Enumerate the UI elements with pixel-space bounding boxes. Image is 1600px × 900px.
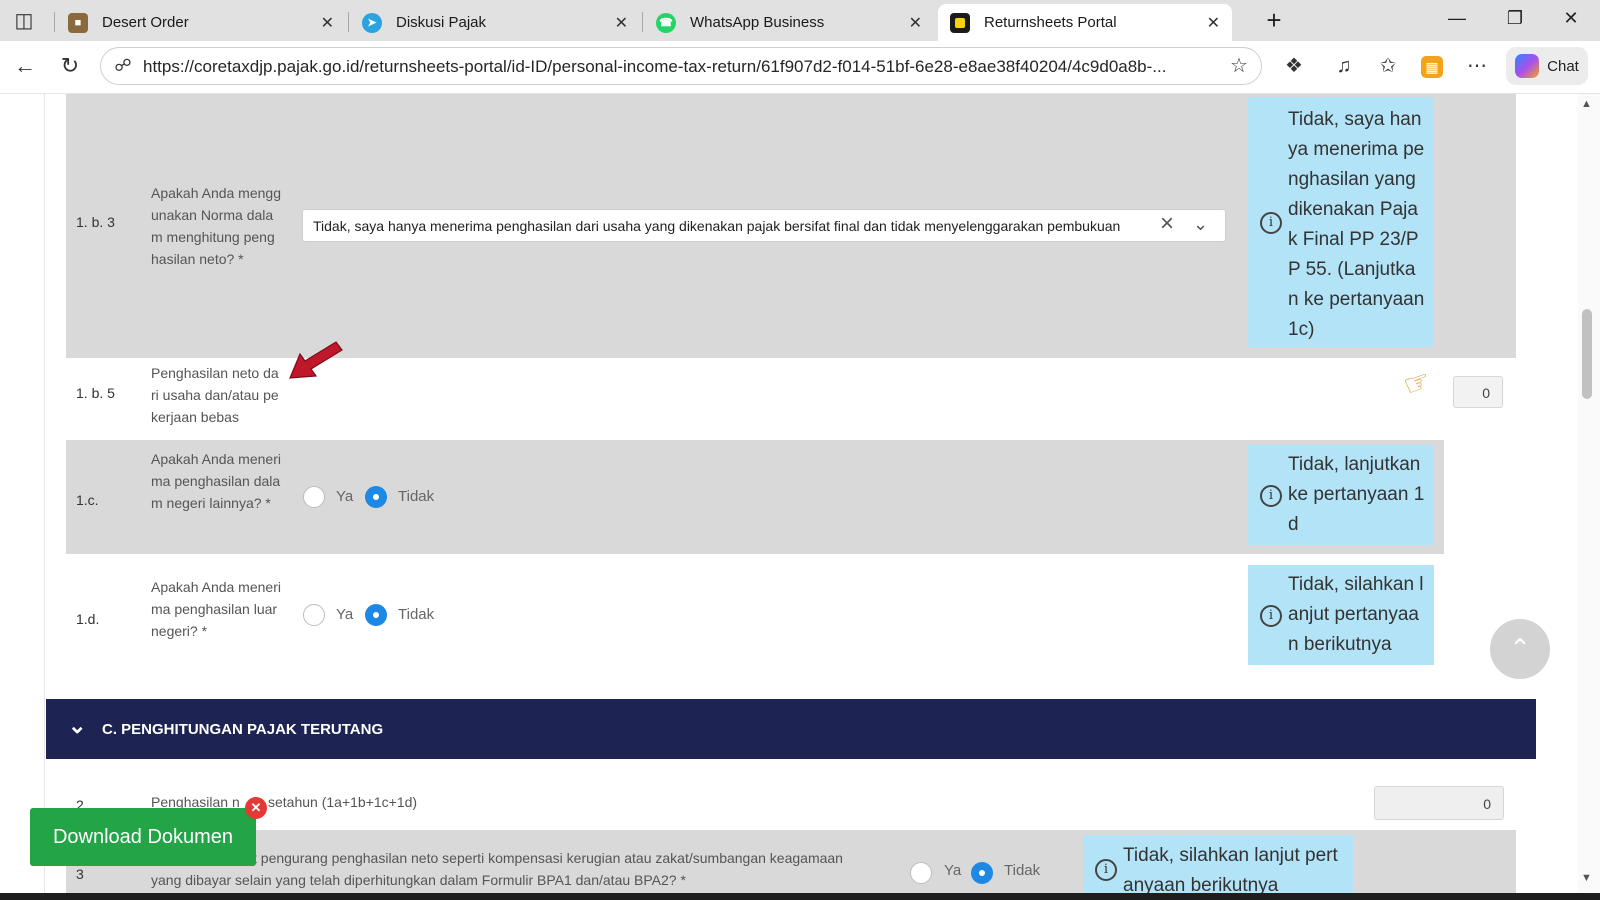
page-scrollbar[interactable]: ▲ ▼ (1578, 94, 1600, 900)
norma-select[interactable]: Tidak, saya hanya menerima penghasilan d… (302, 209, 1226, 242)
address-bar[interactable]: ☍ https://coretaxdjp.pajak.go.id/returns… (100, 47, 1262, 85)
telegram-icon: ➤ (362, 12, 382, 33)
radio-label: Ya (336, 488, 354, 505)
performance-icon[interactable]: ♫ (1330, 53, 1358, 79)
info-box-3: i Tidak, silahkan lanjut pertanyaan beri… (1083, 835, 1353, 900)
question-number: 1. b. 3 (76, 214, 115, 230)
close-icon[interactable]: ✕ (615, 13, 628, 33)
new-tab-button[interactable]: + (1259, 5, 1289, 36)
calculator-extension-icon[interactable]: ▦ (1418, 53, 1446, 79)
lock-icon[interactable]: ☍ (109, 53, 137, 79)
back-button[interactable]: ← (10, 53, 40, 79)
question-number: 1.d. (76, 611, 100, 627)
scroll-up-arrow-icon[interactable]: ▲ (1581, 98, 1592, 110)
close-icon[interactable]: ✕ (909, 13, 922, 33)
tab-title: Returnsheets Portal (984, 14, 1117, 31)
radio-label: Tidak (1004, 862, 1041, 879)
chevron-down-icon: ⌄ (68, 713, 87, 738)
info-text: Tidak, lanjutkan ke pertanyaan 1d (1288, 454, 1425, 535)
tab-whatsapp-business[interactable]: ☎ WhatsApp Business ✕ (644, 4, 934, 41)
restore-button[interactable]: ❐ (1500, 8, 1530, 29)
copilot-icon (1515, 54, 1540, 78)
extensions-icon[interactable]: ❖ (1280, 53, 1308, 79)
tab-separator (54, 12, 55, 32)
radio-label: Ya (336, 606, 354, 623)
tab-desert-order[interactable]: ■ Desert Order ✕ (56, 4, 346, 41)
radio-label: Tidak (398, 606, 435, 623)
info-box-1d: i Tidak, silahkan lanjut pertanyaan beri… (1248, 565, 1434, 665)
radio-ya[interactable] (910, 862, 932, 884)
browser-toolbar: ← ↻ ☍ https://coretaxdjp.pajak.go.id/ret… (0, 41, 1600, 94)
minimize-button[interactable]: — (1442, 8, 1472, 29)
close-window-button[interactable]: ✕ (1556, 8, 1586, 29)
info-icon: i (1260, 485, 1282, 507)
penghasilan-neto-input[interactable]: 0 (1453, 376, 1503, 408)
chat-label: Chat (1547, 57, 1579, 75)
favorites-icon[interactable]: ✩ (1374, 53, 1402, 79)
tab-title: Desert Order (102, 14, 189, 31)
browser-tab-bar: ◫ ■ Desert Order ✕ ➤ Diskusi Pajak ✕ ☎ W… (0, 0, 1600, 41)
taskbar-edge (0, 893, 1600, 900)
url-text: https://coretaxdjp.pajak.go.id/returnshe… (143, 57, 1167, 76)
section-title: C. PENGHITUNGAN PAJAK TERUTANG (102, 721, 384, 738)
question-text: Apakah Anda menerima penghasilan dalam n… (151, 451, 281, 511)
scroll-to-top-button[interactable]: ⌃ (1490, 619, 1550, 679)
favorite-star-icon[interactable]: ☆ (1225, 53, 1253, 79)
chevron-down-icon[interactable]: ⌄ (1193, 211, 1208, 237)
question-number: 1. b. 5 (76, 385, 115, 401)
info-text: Tidak, silahkan lanjut pertanyaan beriku… (1288, 574, 1424, 655)
info-icon: i (1260, 605, 1282, 627)
info-text: Tidak, saya hanya menerima penghasilan y… (1288, 109, 1425, 340)
question-text-line1: t pengurang penghasilan neto seperti kom… (253, 850, 843, 866)
question-text: Penghasilan neto dari usaha dan/atau pek… (151, 365, 279, 425)
radio-tidak[interactable] (971, 862, 993, 884)
total-penghasilan-input[interactable]: 0 (1374, 786, 1504, 820)
tab-diskusi-pajak[interactable]: ➤ Diskusi Pajak ✕ (350, 4, 640, 41)
question-number: 3 (76, 866, 84, 882)
page-content: 1. b. 3 Apakah Anda menggunakan Norma da… (0, 94, 1600, 900)
question-number: 1.c. (76, 492, 99, 508)
download-document-button[interactable]: Download Dokumen (30, 808, 256, 866)
close-icon[interactable]: ✕ (245, 797, 267, 819)
red-arrow-annotation (289, 341, 343, 379)
whatsapp-icon: ☎ (656, 12, 676, 33)
info-box-1c: i Tidak, lanjutkan ke pertanyaan 1d (1248, 445, 1434, 545)
radio-ya[interactable] (303, 486, 325, 508)
question-text-end: setahun (1a+1b+1c+1d) (268, 794, 418, 810)
radio-label: Tidak (398, 488, 435, 505)
portal-icon (950, 12, 970, 33)
radio-label: Ya (944, 862, 962, 879)
section-c-header[interactable]: ⌄ C. PENGHITUNGAN PAJAK TERUTANG (46, 699, 1536, 759)
copilot-chat-button[interactable]: Chat (1506, 47, 1588, 85)
tab-returnsheets-portal[interactable]: Returnsheets Portal ✕ (938, 4, 1232, 41)
close-icon[interactable]: ✕ (1207, 13, 1220, 33)
clear-icon[interactable]: × (1160, 211, 1174, 237)
tab-title: WhatsApp Business (690, 14, 825, 31)
info-icon: i (1260, 212, 1282, 234)
scrollbar-thumb[interactable] (1582, 309, 1592, 399)
close-icon[interactable]: ✕ (321, 13, 334, 33)
scroll-down-arrow-icon[interactable]: ▼ (1581, 872, 1592, 884)
info-box-1b3: i Tidak, saya hanya menerima penghasilan… (1248, 97, 1434, 347)
question-text: Apakah Anda menerima penghasilan luar ne… (151, 579, 281, 639)
question-text-line2: yang dibayar selain yang telah diperhitu… (151, 872, 686, 888)
more-menu-icon[interactable]: ⋯ (1463, 53, 1491, 79)
tab-actions-icon[interactable]: ◫ (10, 8, 38, 34)
question-text: Apakah Anda menggunakan Norma dalam meng… (151, 185, 281, 267)
tab-title: Diskusi Pajak (396, 14, 487, 31)
tab-separator (348, 12, 349, 32)
radio-ya[interactable] (303, 604, 325, 626)
game-icon: ■ (68, 12, 88, 33)
tab-separator (642, 12, 643, 32)
radio-tidak[interactable] (365, 604, 387, 626)
reload-button[interactable]: ↻ (55, 53, 85, 79)
radio-tidak[interactable] (365, 486, 387, 508)
info-icon: i (1095, 859, 1117, 881)
info-text: Tidak, silahkan lanjut pertanyaan beriku… (1123, 845, 1338, 896)
